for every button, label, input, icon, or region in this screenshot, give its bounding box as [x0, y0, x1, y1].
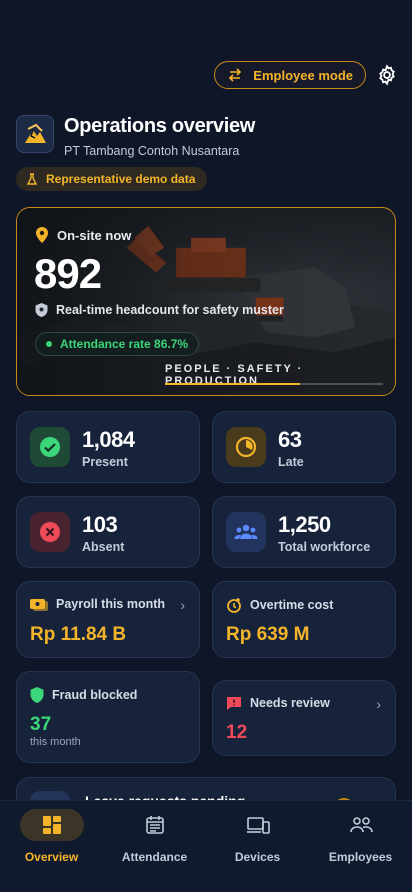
nav-devices-label: Devices: [234, 850, 281, 864]
absent-card[interactable]: 103 Absent: [16, 496, 200, 568]
calendar-icon: [123, 809, 187, 841]
present-value: 1,084: [82, 427, 135, 452]
gear-icon[interactable]: [376, 64, 398, 86]
attendance-rate-badge: Attendance rate 86.7%: [35, 332, 200, 356]
company-logo: [16, 115, 54, 153]
bottom-navigation: Overview Attendance Devices Employees: [0, 800, 412, 892]
flask-icon: [26, 173, 38, 185]
mining-logo-icon: [25, 123, 46, 143]
feedback-icon: [227, 697, 241, 710]
present-label: Present: [82, 455, 128, 469]
chevron-right-icon: ›: [376, 696, 381, 712]
overtime-header: Overtime cost: [226, 597, 333, 613]
top-actions: Employee mode: [214, 61, 398, 89]
attendance-rate-text: Attendance rate 86.7%: [60, 337, 189, 351]
overtime-value: Rp 639 M: [226, 624, 310, 645]
payroll-value: Rp 11.84 B: [30, 624, 127, 645]
people-icon: [329, 809, 393, 841]
total-workforce-label: Total workforce: [278, 540, 371, 554]
employee-mode-label: Employee mode: [253, 67, 353, 83]
nav-attendance-label: Attendance: [121, 850, 188, 864]
page-header: Operations overview PT Tambang Contoh Nu…: [16, 115, 255, 158]
nav-overview[interactable]: Overview: [0, 801, 103, 892]
chevron-right-icon: ›: [180, 597, 185, 613]
late-label: Late: [278, 455, 304, 469]
demo-badge-label: Representative demo data: [46, 172, 196, 186]
status-dot-icon: [46, 341, 52, 347]
hero-progress-track: [165, 383, 383, 385]
onsite-label: On-site now: [57, 227, 132, 243]
fraud-value: 37: [30, 714, 52, 735]
nav-attendance[interactable]: Attendance: [103, 801, 206, 892]
review-value: 12: [226, 722, 248, 743]
onsite-count: 892: [34, 250, 102, 297]
payroll-label: Payroll this month: [56, 597, 166, 611]
payments-icon: [30, 599, 48, 611]
late-value: 63: [278, 427, 302, 452]
shield-check-icon: [30, 687, 44, 703]
total-workforce-card[interactable]: 1,250 Total workforce: [212, 496, 396, 568]
payroll-card[interactable]: Payroll this month › Rp 11.84 B: [16, 581, 200, 658]
onsite-label-row: On-site now: [35, 227, 131, 243]
total-workforce-value: 1,250: [278, 512, 331, 537]
absent-value: 103: [82, 512, 118, 537]
review-label: Needs review: [250, 696, 330, 710]
absent-label: Absent: [82, 540, 125, 554]
group-icon: [226, 512, 266, 552]
company-name: PT Tambang Contoh Nusantara: [64, 144, 240, 158]
late-card[interactable]: 63 Late: [212, 411, 396, 483]
fraud-label: Fraud blocked: [52, 688, 138, 702]
location-pin-icon: [36, 227, 48, 243]
devices-icon: [226, 809, 290, 841]
present-card[interactable]: 1,084 Present: [16, 411, 200, 483]
onsite-hero-card: On-site now 892 Real-time headcount for …: [16, 207, 396, 396]
clock-icon: [226, 427, 266, 467]
nav-employees-label: Employees: [328, 850, 393, 864]
fraud-blocked-card[interactable]: Fraud blocked 37 this month: [16, 671, 200, 763]
review-header: Needs review: [226, 695, 330, 711]
employee-mode-button[interactable]: Employee mode: [214, 61, 366, 89]
check-icon: [30, 427, 70, 467]
demo-data-badge: Representative demo data: [16, 167, 208, 191]
swap-icon: [229, 68, 242, 82]
dashboard-icon: [19, 809, 84, 841]
payroll-header: Payroll this month: [30, 597, 165, 611]
overtime-card[interactable]: Overtime cost Rp 639 M: [212, 581, 396, 658]
more-time-icon: [227, 598, 241, 613]
cancel-icon: [30, 512, 70, 552]
nav-overview-label: Overview: [24, 850, 79, 864]
fraud-subtext: this month: [30, 736, 81, 748]
fraud-header: Fraud blocked: [30, 687, 137, 703]
hero-progress-fill: [165, 383, 301, 385]
muster-text: Real-time headcount for safety muster: [56, 303, 284, 317]
needs-review-card[interactable]: Needs review › 12: [212, 680, 396, 756]
shield-icon: [35, 303, 48, 317]
overtime-label: Overtime cost: [250, 598, 334, 612]
nav-employees[interactable]: Employees: [309, 801, 412, 892]
nav-devices[interactable]: Devices: [206, 801, 309, 892]
muster-text-row: Real-time headcount for safety muster: [35, 303, 284, 317]
page-title: Operations overview: [64, 115, 256, 137]
